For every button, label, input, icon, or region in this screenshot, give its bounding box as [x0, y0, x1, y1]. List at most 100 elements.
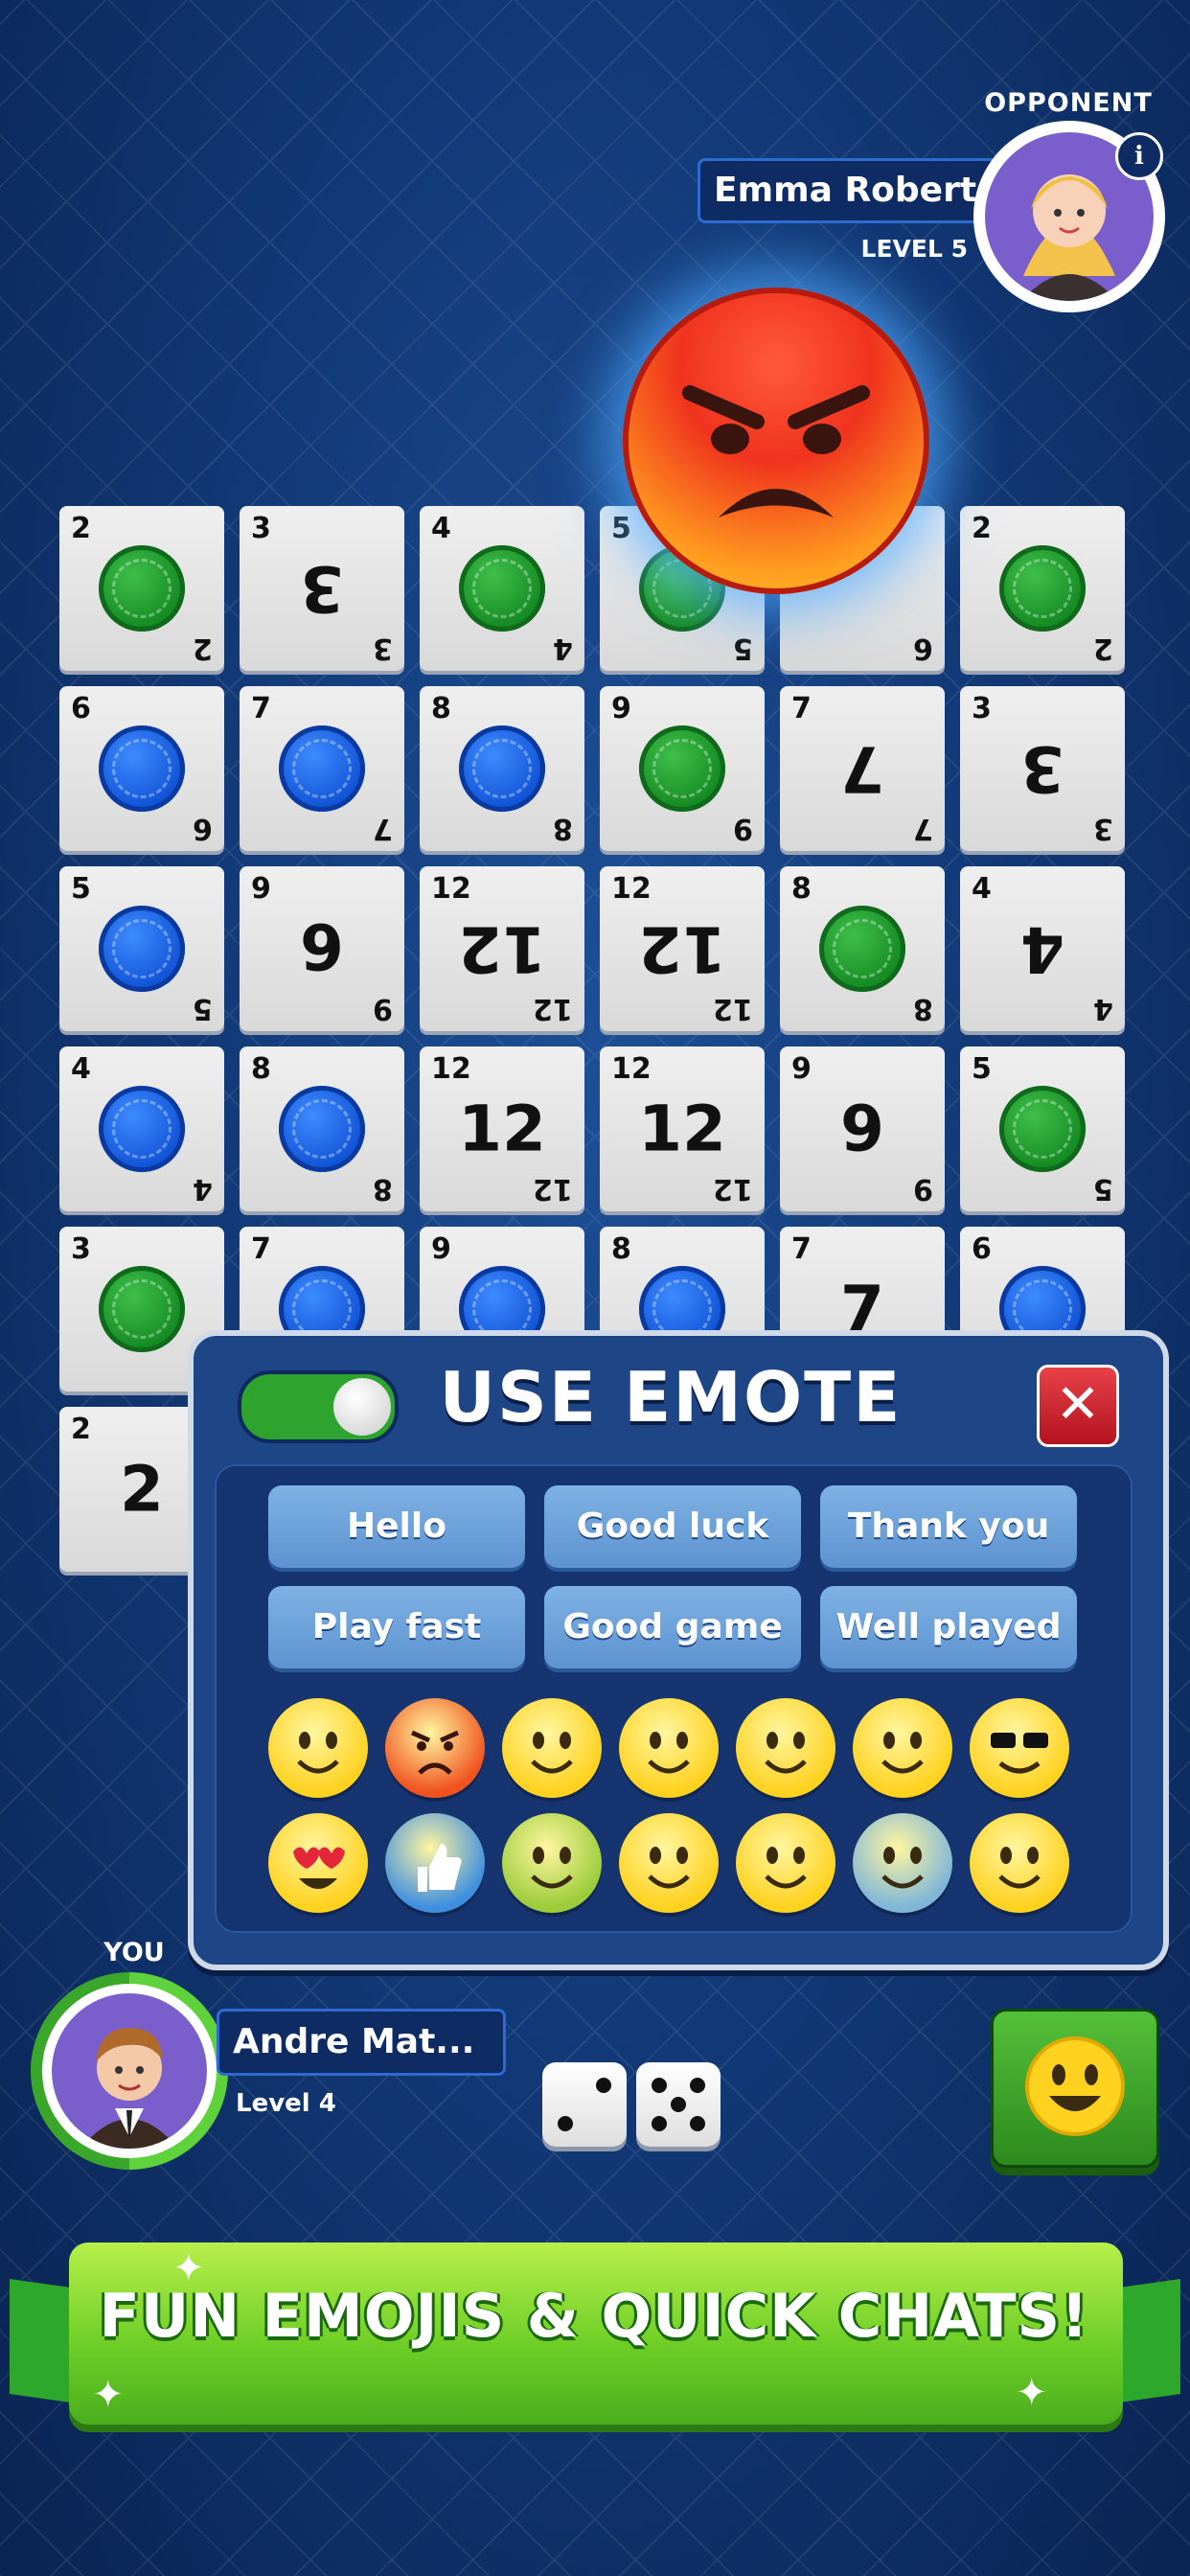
card-number: 12 [533, 992, 573, 1025]
card-number: 2 [1093, 632, 1113, 665]
card-number: 8 [611, 1232, 631, 1266]
board-card[interactable]: 12 12 12 [600, 866, 765, 1031]
woozy-face-icon[interactable] [970, 1813, 1069, 1913]
card-number: 8 [251, 1052, 271, 1086]
card-center-number: 9 [300, 911, 344, 986]
card-number: 9 [913, 1172, 933, 1206]
opponent-label: OPPONENT [984, 88, 1153, 118]
smiling-face-icon[interactable] [502, 1698, 602, 1798]
die-pip [690, 2078, 705, 2093]
emote-panel-title: USE EMOTE [439, 1357, 903, 1438]
board-card[interactable]: 44 [59, 1046, 224, 1211]
green-chip [639, 725, 725, 812]
card-number: 12 [431, 872, 471, 906]
board-card[interactable]: 22 [59, 506, 224, 671]
card-number: 4 [553, 632, 573, 665]
opponent-name: Emma Roberts [698, 158, 1004, 223]
die-pip [671, 2097, 686, 2112]
card-number: 12 [713, 1172, 753, 1206]
card-number: 2 [71, 1413, 91, 1446]
laughing-face-icon[interactable] [736, 1698, 835, 1798]
heart-eyes-face-icon[interactable] [268, 1813, 368, 1913]
card-number: 9 [791, 1052, 812, 1086]
open-emote-button[interactable] [991, 2009, 1159, 2168]
board-card[interactable]: 999 [780, 1046, 945, 1211]
card-number: 8 [553, 812, 573, 845]
board-card[interactable]: 12 12 12 [600, 1046, 765, 1211]
board-card[interactable]: 88 [420, 686, 584, 851]
card-number: 7 [791, 1232, 812, 1266]
crying-face-icon[interactable] [619, 1698, 719, 1798]
die-pip [652, 2116, 667, 2131]
card-center-number: 12 [458, 1092, 546, 1166]
card-number: 9 [733, 812, 753, 845]
card-number: 2 [193, 632, 213, 665]
sparkle-icon: ✦ [1016, 2371, 1048, 2415]
quick-chat-play-fast[interactable]: Play fast [268, 1586, 525, 1668]
board-card[interactable]: 77 [240, 686, 404, 851]
card-number: 2 [71, 512, 91, 545]
green-chip [999, 1086, 1086, 1172]
board-card[interactable]: 777 [780, 686, 945, 851]
card-number: 9 [373, 992, 393, 1025]
board-card[interactable]: 12 12 12 [420, 1046, 584, 1211]
money-mouth-face-icon[interactable] [736, 1813, 835, 1913]
sparkle-icon: ✦ [172, 2246, 205, 2290]
promo-banner-text: FUN EMOJIS & QUICK CHATS! [99, 2281, 1089, 2351]
card-number: 5 [193, 992, 213, 1025]
card-number: 3 [373, 632, 393, 665]
nauseated-face-icon[interactable] [502, 1813, 602, 1913]
card-number: 3 [1093, 812, 1113, 845]
card-number: 6 [972, 1232, 992, 1266]
die-pip [596, 2078, 611, 2093]
player-avatar[interactable] [31, 1972, 228, 2170]
card-number: 8 [431, 692, 451, 725]
angry-face-icon[interactable] [385, 1698, 485, 1798]
die-pip [558, 2116, 573, 2131]
board-card[interactable]: 333 [240, 506, 404, 671]
quick-chat-well-played[interactable]: Well played [820, 1586, 1077, 1668]
thinking-face-icon[interactable] [853, 1698, 952, 1798]
player-avatar-image [52, 1993, 207, 2149]
board-card[interactable]: 88 [780, 866, 945, 1031]
anxious-sweat-face-icon[interactable] [853, 1813, 952, 1913]
card-number: 7 [251, 692, 271, 725]
board-card[interactable]: 22 [960, 506, 1125, 671]
board-card[interactable]: 333 [960, 686, 1125, 851]
card-number: 12 [713, 992, 753, 1025]
quick-chat-good-game[interactable]: Good game [544, 1586, 801, 1668]
board-card[interactable]: 88 [240, 1046, 404, 1211]
green-chip [819, 906, 905, 992]
card-number: 4 [431, 512, 451, 545]
die-1[interactable] [542, 2062, 627, 2147]
die-2[interactable] [636, 2062, 721, 2147]
board-card[interactable]: 55 [960, 1046, 1125, 1211]
quick-chat-hello[interactable]: Hello [268, 1485, 525, 1568]
board-card[interactable]: 12 12 12 [420, 866, 584, 1031]
card-number: 4 [972, 872, 992, 906]
die-pip [690, 2116, 705, 2131]
sunglasses-face-icon[interactable] [970, 1698, 1069, 1798]
quick-chat-good-luck[interactable]: Good luck [544, 1485, 801, 1568]
info-icon[interactable]: i [1115, 132, 1163, 180]
blue-chip [99, 906, 185, 992]
player-name: Andre Mat... [217, 2009, 506, 2076]
board-card[interactable]: 999 [240, 866, 404, 1031]
kissing-face-icon[interactable] [619, 1813, 719, 1913]
pleading-face-icon[interactable] [268, 1698, 368, 1798]
blue-chip [99, 1086, 185, 1172]
board-card[interactable]: 444 [960, 866, 1125, 1031]
card-number: 7 [791, 692, 812, 725]
emote-toggle[interactable] [238, 1370, 399, 1443]
board-card[interactable]: 99 [600, 686, 765, 851]
card-number: 5 [972, 1052, 992, 1086]
thumbs-up-icon[interactable] [385, 1813, 485, 1913]
board-card[interactable]: 66 [59, 686, 224, 851]
board-card[interactable]: 55 [59, 866, 224, 1031]
close-button[interactable]: ✕ [1037, 1365, 1119, 1447]
green-chip [99, 1266, 185, 1352]
quick-chat-thank-you[interactable]: Thank you [820, 1485, 1077, 1568]
green-chip [99, 545, 185, 632]
card-number: 4 [193, 1172, 213, 1206]
board-card[interactable]: 44 [420, 506, 584, 671]
